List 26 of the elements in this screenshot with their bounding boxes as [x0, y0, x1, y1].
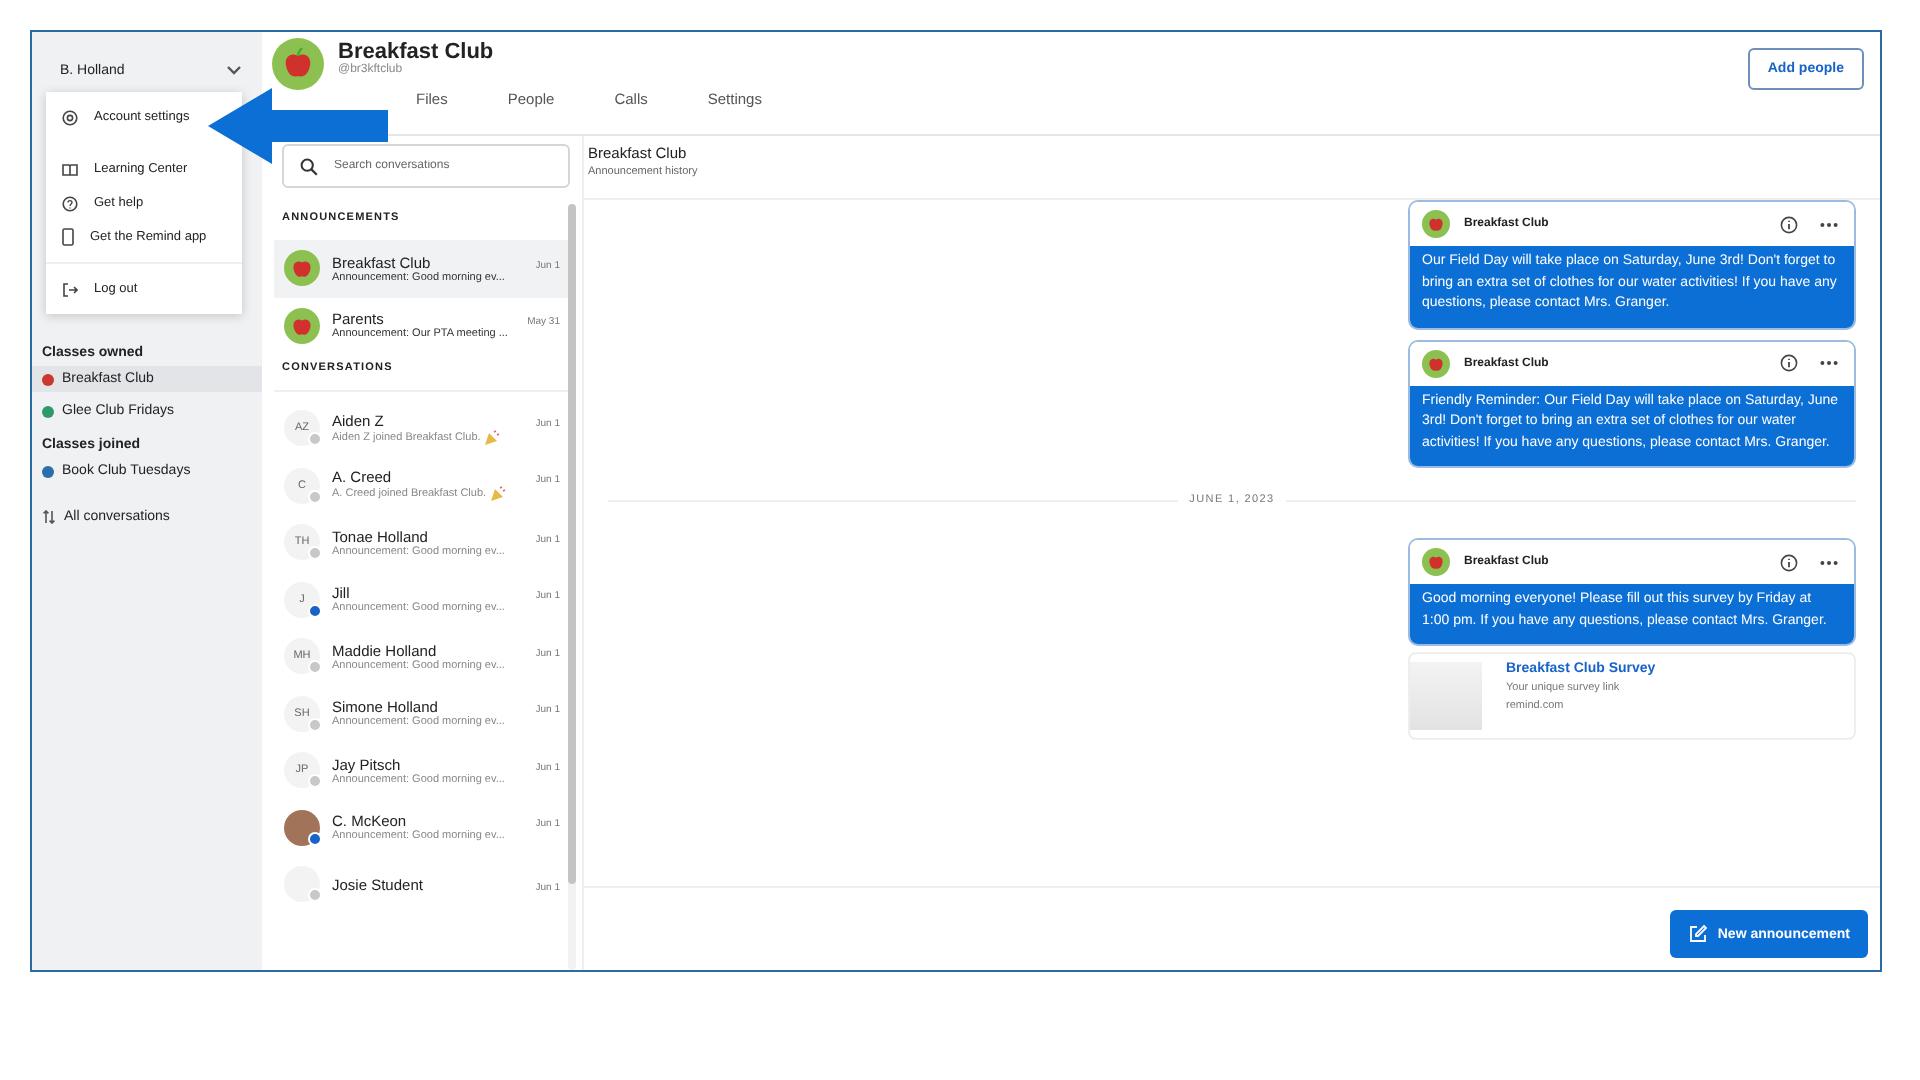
logout-icon [62, 281, 78, 297]
apple-avatar-icon [1422, 210, 1450, 238]
edit-icon [1687, 924, 1708, 944]
info-icon[interactable] [1780, 215, 1798, 233]
chevron-down-icon [226, 64, 242, 76]
search-icon [300, 157, 318, 175]
avatar-circle [284, 866, 320, 903]
book-icon [62, 161, 78, 177]
photo-placeholder [284, 809, 320, 846]
more-icon[interactable] [1820, 221, 1838, 227]
phone-icon [62, 228, 74, 246]
apple-avatar-icon [1422, 548, 1450, 576]
settings-icon [62, 109, 78, 125]
scrollbar[interactable] [568, 204, 576, 970]
class-title: Breakfast Club [338, 40, 494, 64]
link-thumbnail [1410, 662, 1482, 730]
info-icon[interactable] [1780, 354, 1798, 372]
arrows-icon [42, 510, 56, 524]
help-icon [62, 195, 78, 211]
apple-avatar-icon [284, 250, 320, 287]
apple-avatar-icon [272, 38, 324, 90]
info-icon[interactable] [1780, 553, 1798, 571]
more-icon[interactable] [1820, 360, 1838, 366]
apple-avatar-icon [284, 307, 320, 344]
more-icon[interactable] [1820, 559, 1838, 565]
apple-avatar-icon [1422, 349, 1450, 377]
